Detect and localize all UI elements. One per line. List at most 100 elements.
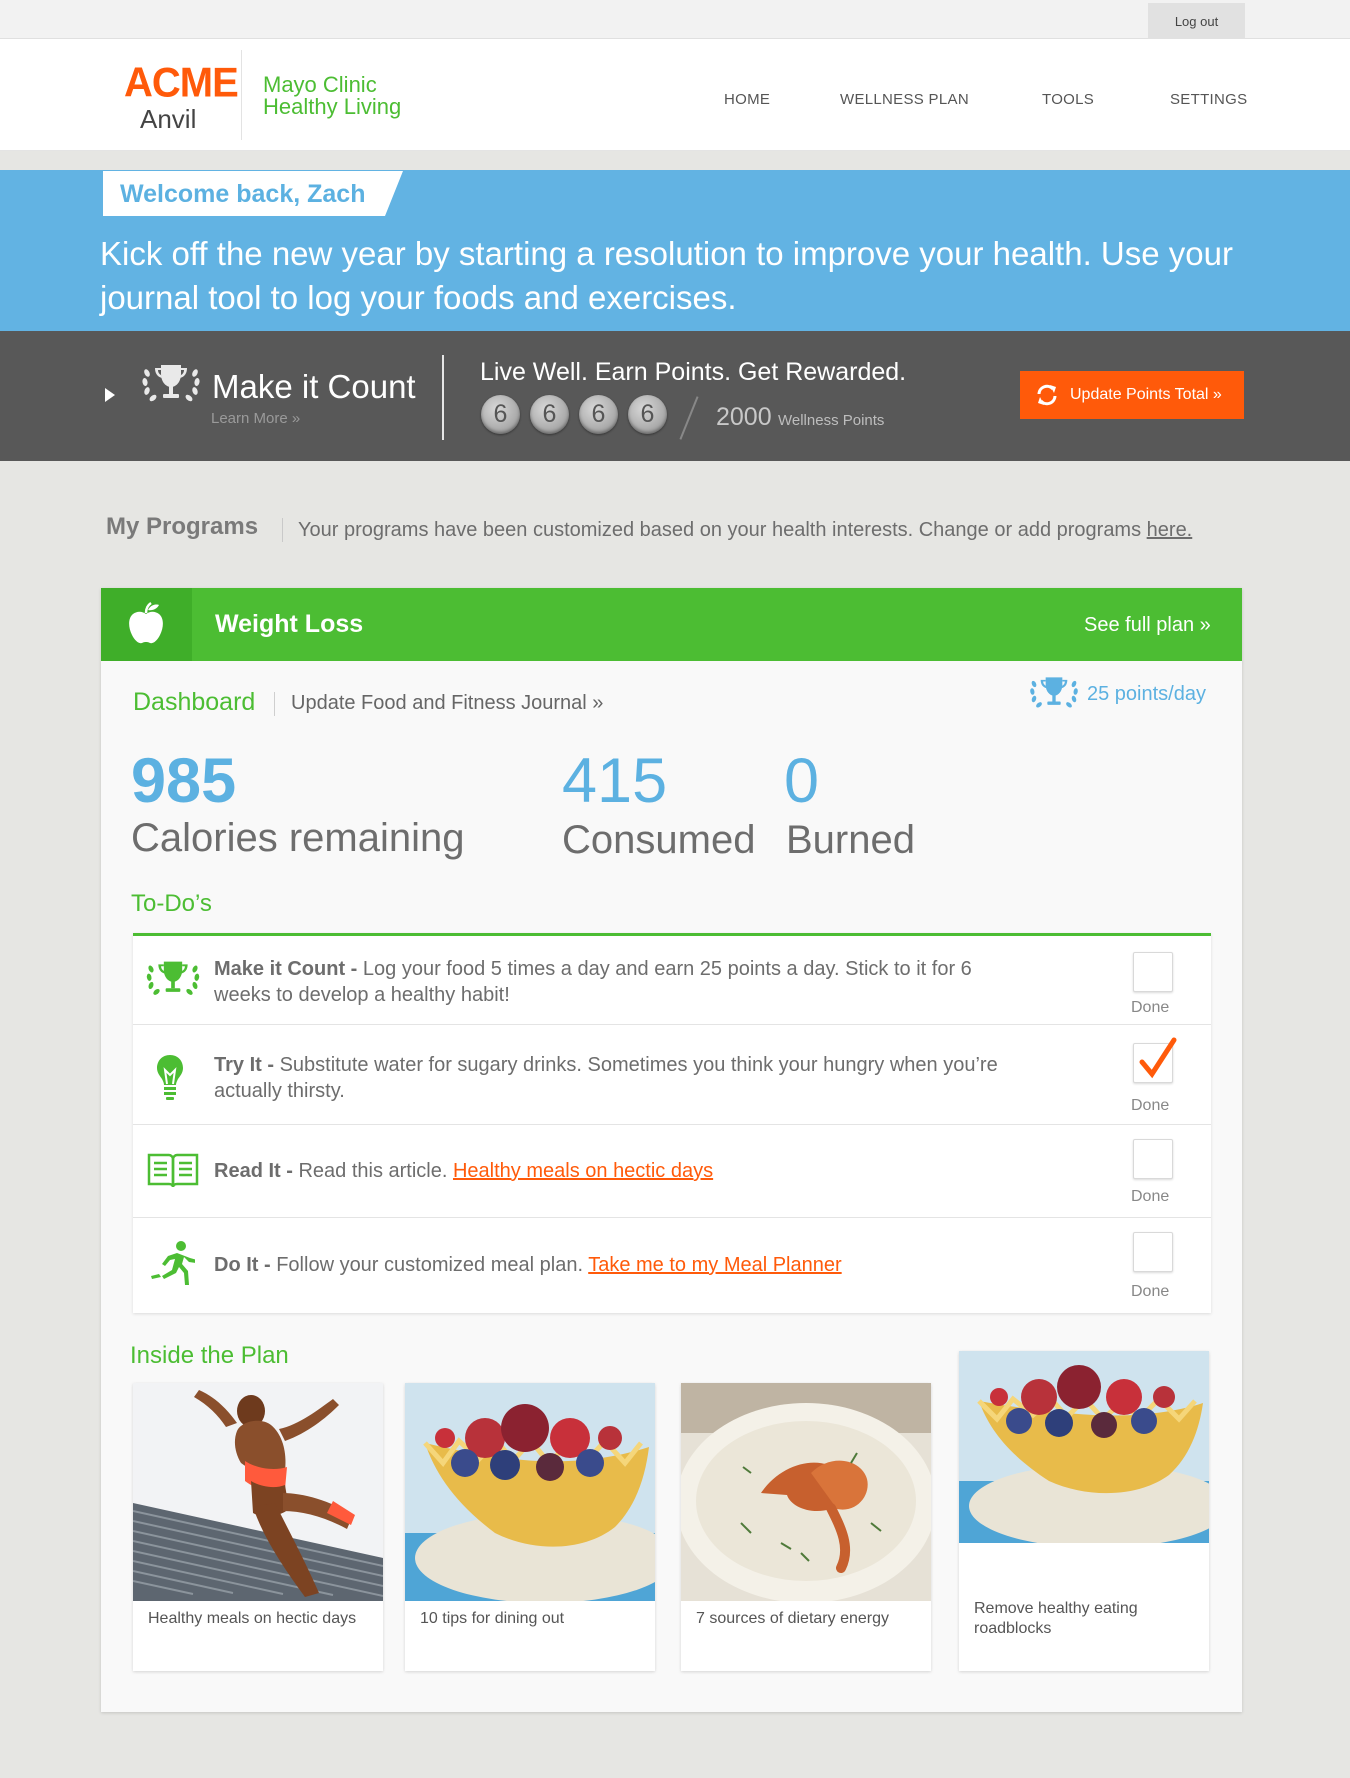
dashboard-label[interactable]: Dashboard xyxy=(133,688,255,717)
weight-loss-card: Weight Loss See full plan » Dashboard Up… xyxy=(101,588,1242,1712)
todo-title: Do It - xyxy=(214,1254,271,1276)
checkmark-icon xyxy=(1139,1037,1177,1079)
update-points-button[interactable]: Update Points Total » xyxy=(1020,371,1244,419)
partner-brand: Mayo Clinic Healthy Living xyxy=(263,74,401,118)
site-header: ACME Anvil Mayo Clinic Healthy Living HO… xyxy=(0,39,1350,151)
todo-description: Substitute water for sugary drinks. Some… xyxy=(214,1054,998,1102)
calories-remaining-label: Calories remaining xyxy=(131,816,465,860)
see-full-plan-link[interactable]: See full plan » xyxy=(1084,614,1211,637)
todo-text: Try It - Substitute water for sugary dri… xyxy=(214,1052,1024,1104)
points-per-day: 25 points/day xyxy=(1087,683,1206,705)
burned-label: Burned xyxy=(786,818,915,862)
points-bar: Make it Count Learn More » Live Well. Ea… xyxy=(0,331,1350,461)
my-programs-text: Your programs have been customized based… xyxy=(298,519,1147,541)
todo-checkbox-checked[interactable] xyxy=(1133,1037,1177,1083)
brand-line-1: Mayo Clinic xyxy=(263,72,377,97)
points-unit: Wellness Points xyxy=(778,412,885,429)
todo-description: Follow your customized meal plan. xyxy=(270,1254,589,1276)
done-label: Done xyxy=(1131,1283,1170,1300)
play-icon[interactable] xyxy=(105,388,115,402)
card-header: Weight Loss See full plan » xyxy=(101,588,1242,661)
welcome-message: Kick off the new year by starting a reso… xyxy=(100,235,1233,316)
tile-caption: Remove healthy eating roadblocks xyxy=(974,1600,1138,1637)
apple-icon-box xyxy=(101,588,192,661)
todos-title: To-Do’s xyxy=(131,890,212,917)
running-figure-icon xyxy=(151,1241,195,1285)
todo-checkbox[interactable] xyxy=(1133,1232,1173,1272)
welcome-greeting: Welcome back, Zach xyxy=(120,180,366,208)
runner-photo xyxy=(133,1383,383,1601)
consumed-label: Consumed xyxy=(562,818,756,862)
points-total: 2000 xyxy=(716,403,772,431)
learn-more-link[interactable]: Learn More » xyxy=(211,410,300,427)
todo-item-make-it-count: Make it Count - Log your food 5 times a … xyxy=(133,936,1211,1025)
my-programs-description: Your programs have been customized based… xyxy=(298,519,1192,542)
plan-tile[interactable]: 7 sources of dietary energy xyxy=(681,1383,931,1671)
dashboard-divider xyxy=(274,692,275,716)
logo-anvil: Anvil xyxy=(140,104,197,134)
tile-caption: 10 tips for dining out xyxy=(420,1610,565,1627)
meal-planner-link[interactable]: Take me to my Meal Planner xyxy=(588,1254,841,1276)
done-label: Done xyxy=(1131,1188,1170,1205)
nav-wellness-plan[interactable]: WELLNESS PLAN xyxy=(840,91,969,108)
welcome-banner: Welcome back, Zach Kick off the new year… xyxy=(0,170,1350,331)
change-programs-link[interactable]: here. xyxy=(1147,519,1193,541)
points-digit: 6 xyxy=(530,395,569,434)
fruit-tart-photo xyxy=(959,1351,1209,1543)
open-book-icon xyxy=(147,1153,199,1188)
points-counter: 6 6 6 6 xyxy=(481,395,667,434)
logo-divider xyxy=(241,50,242,140)
update-points-label: Update Points Total » xyxy=(1070,386,1222,403)
todo-text: Read It - Read this article. Healthy mea… xyxy=(214,1158,1024,1184)
points-digit: 6 xyxy=(579,395,618,434)
inside-the-plan-title: Inside the Plan xyxy=(130,1342,289,1369)
todo-checkbox[interactable] xyxy=(1133,1139,1173,1179)
make-it-count-title: Make it Count xyxy=(212,368,416,405)
welcome-tab: Welcome back, Zach xyxy=(103,171,403,216)
plan-tile[interactable]: 10 tips for dining out xyxy=(405,1383,655,1671)
trophy-laurel-icon xyxy=(146,961,200,995)
apple-icon xyxy=(129,601,163,644)
plan-tile[interactable]: Remove healthy eating roadblocks xyxy=(959,1351,1209,1671)
trophy-laurel-icon xyxy=(1030,677,1078,708)
todo-item-try-it: Try It - Substitute water for sugary dri… xyxy=(133,1025,1211,1125)
todo-title: Try It - xyxy=(214,1054,275,1076)
todo-list: Make it Count - Log your food 5 times a … xyxy=(133,933,1211,1313)
todo-item-read-it: Read It - Read this article. Healthy mea… xyxy=(133,1125,1211,1218)
done-label: Done xyxy=(1131,1097,1170,1114)
points-digit: 6 xyxy=(481,395,520,434)
my-programs-title: My Programs xyxy=(106,513,259,540)
nav-home[interactable]: HOME xyxy=(724,91,770,108)
points-tagline: Live Well. Earn Points. Get Rewarded. xyxy=(480,358,907,386)
logout-button[interactable]: Log out xyxy=(1148,3,1245,39)
refresh-icon xyxy=(1037,384,1057,406)
consumed-value: 415 xyxy=(562,746,668,816)
done-label: Done xyxy=(1131,999,1170,1016)
todo-item-do-it: Do It - Follow your customized meal plan… xyxy=(133,1218,1211,1313)
brand-line-2: Healthy Living xyxy=(263,94,402,119)
todo-text: Make it Count - Log your food 5 times a … xyxy=(214,956,1024,1008)
tile-caption: 7 sources of dietary energy xyxy=(696,1610,889,1627)
program-title: Weight Loss xyxy=(215,610,364,638)
update-journal-link[interactable]: Update Food and Fitness Journal » xyxy=(291,692,603,715)
nav-tools[interactable]: TOOLS xyxy=(1042,91,1094,108)
trophy-laurel-icon xyxy=(142,365,200,402)
nav-settings[interactable]: SETTINGS xyxy=(1170,91,1247,108)
calories-remaining-value: 985 xyxy=(131,746,237,816)
todo-description: Read this article. xyxy=(292,1160,453,1182)
logo-acme[interactable]: ACME xyxy=(124,60,239,107)
utility-bar: Log out xyxy=(0,0,1350,39)
todo-title: Read It - xyxy=(214,1160,293,1182)
points-digit: 6 xyxy=(628,395,667,434)
article-link[interactable]: Healthy meals on hectic days xyxy=(453,1160,713,1182)
todo-title: Make it Count - xyxy=(214,958,358,980)
plan-tile[interactable]: Healthy meals on hectic days xyxy=(133,1383,383,1671)
todo-text: Do It - Follow your customized meal plan… xyxy=(214,1252,1024,1278)
fruit-tart-photo xyxy=(405,1383,655,1601)
points-divider xyxy=(442,355,444,440)
todo-checkbox[interactable] xyxy=(1133,952,1173,992)
tile-caption: Healthy meals on hectic days xyxy=(148,1610,357,1627)
burned-value: 0 xyxy=(784,746,820,816)
shrimp-soup-photo xyxy=(681,1383,931,1601)
points-slash xyxy=(679,396,699,440)
